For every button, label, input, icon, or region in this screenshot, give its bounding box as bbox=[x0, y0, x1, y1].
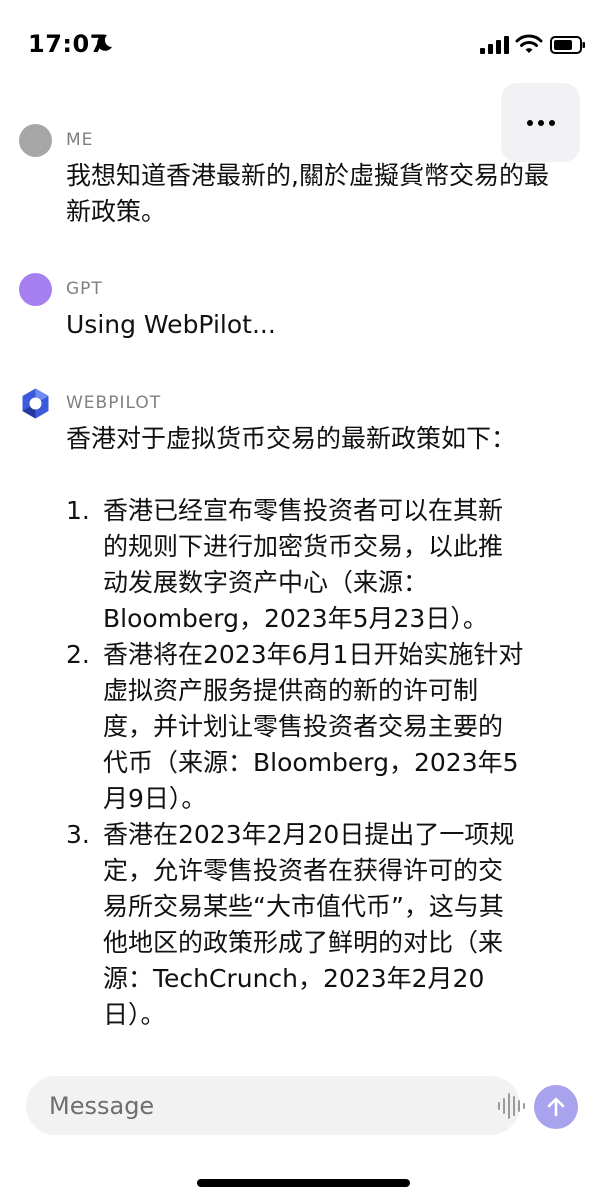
message-webpilot: WEBPILOT 香港对于虚拟货币交易的最新政策如下： 1. 香港已经宣布零售投… bbox=[19, 385, 579, 1033]
message-header: GPT bbox=[19, 271, 579, 307]
message-header: WEBPILOT bbox=[19, 385, 579, 421]
list-item-number: 3. bbox=[66, 820, 90, 849]
answer-intro: 香港对于虚拟货币交易的最新政策如下： bbox=[66, 424, 517, 453]
moon-icon bbox=[97, 34, 112, 51]
waveform-icon[interactable] bbox=[496, 1090, 528, 1122]
message-text: 香港对于虚拟货币交易的最新政策如下： 1. 香港已经宣布零售投资者可以在其新的规… bbox=[66, 421, 526, 1033]
list-item: 2. 香港将在2023年6月1日开始实施针对虚拟资产服务提供商的新的许可制度，并… bbox=[66, 637, 526, 817]
message-gpt: GPT Using WebPilot... bbox=[19, 271, 579, 343]
message-composer bbox=[26, 1076, 525, 1135]
answer-list: 1. 香港已经宣布零售投资者可以在其新的规则下进行加密货币交易，以此推动发展数字… bbox=[66, 493, 526, 1033]
wifi-icon bbox=[515, 34, 543, 53]
list-item-text: 香港已经宣布零售投资者可以在其新的规则下进行加密货币交易，以此推动发展数字资产中… bbox=[103, 496, 504, 633]
battery-icon bbox=[550, 36, 585, 54]
message-header: ME bbox=[19, 122, 579, 158]
sender-name: ME bbox=[66, 130, 94, 150]
status-bar: 17:07 bbox=[0, 0, 607, 88]
message-input[interactable] bbox=[49, 1076, 449, 1135]
list-item-number: 1. bbox=[66, 496, 90, 525]
list-item: 3. 香港在2023年2月20日提出了一项规定，允许零售投资者在获得许可的交易所… bbox=[66, 817, 526, 1033]
arrow-up-icon bbox=[547, 1097, 565, 1117]
list-item: 1. 香港已经宣布零售投资者可以在其新的规则下进行加密货币交易，以此推动发展数字… bbox=[66, 493, 526, 637]
message-text: Using WebPilot... bbox=[66, 310, 276, 339]
avatar bbox=[19, 272, 52, 306]
home-indicator bbox=[197, 1179, 410, 1187]
webpilot-logo-icon bbox=[22, 388, 49, 418]
send-button[interactable] bbox=[534, 1085, 578, 1129]
message-me: ME 我想知道香港最新的,關於虛擬貨幣交易的最新政策。 bbox=[19, 122, 579, 230]
list-item-text: 香港将在2023年6月1日开始实施针对虚拟资产服务提供商的新的许可制度，并计划让… bbox=[103, 640, 524, 813]
message-text: 我想知道香港最新的,關於虛擬貨幣交易的最新政策。 bbox=[66, 161, 549, 226]
list-item-number: 2. bbox=[66, 640, 90, 669]
sender-name: WEBPILOT bbox=[66, 393, 162, 413]
avatar bbox=[19, 123, 52, 157]
sender-name: GPT bbox=[66, 279, 103, 299]
signal-icon bbox=[480, 36, 509, 54]
list-item-text: 香港在2023年2月20日提出了一项规定，允许零售投资者在获得许可的交易所交易某… bbox=[103, 820, 515, 1029]
